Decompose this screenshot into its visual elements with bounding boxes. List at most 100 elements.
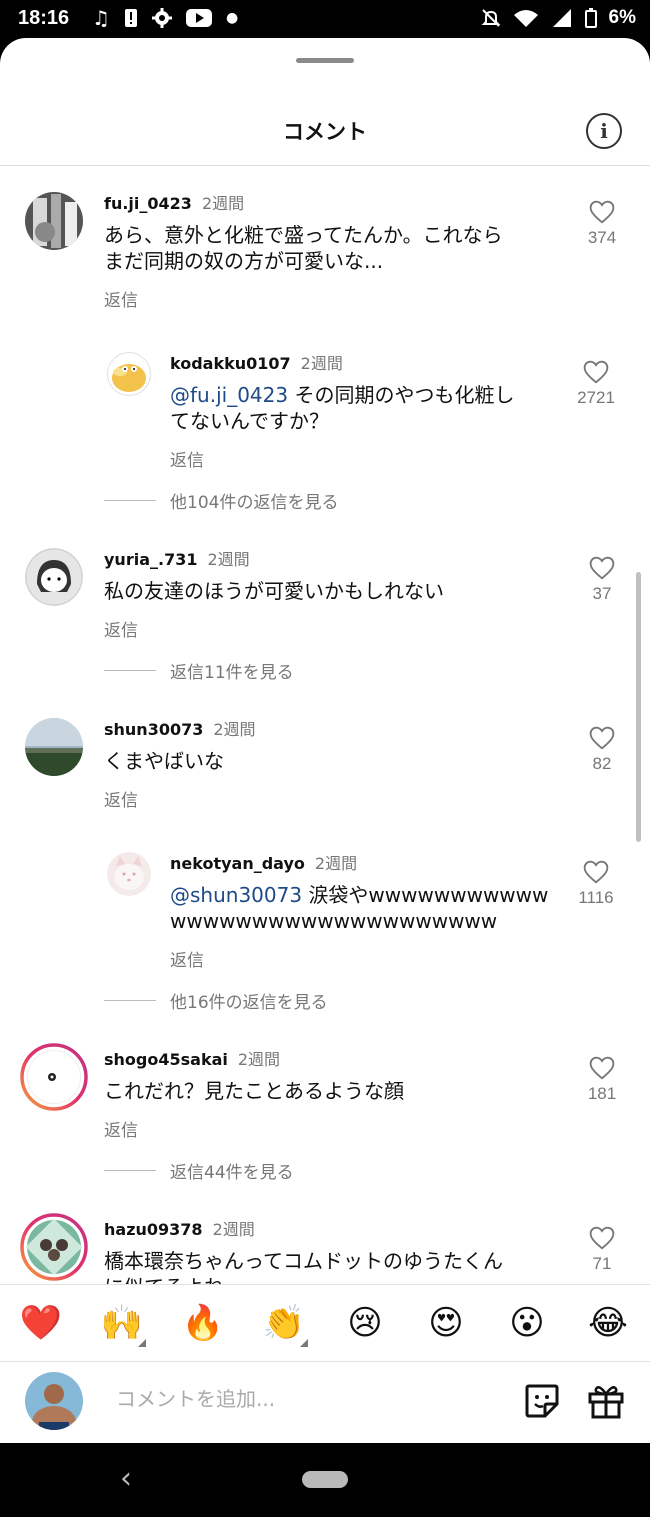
info-icon[interactable]: i (586, 113, 622, 149)
user-avatar (25, 1372, 83, 1430)
back-icon[interactable]: ‹ (120, 1461, 132, 1496)
like-button[interactable]: 374 (577, 200, 627, 248)
like-button[interactable]: 2721 (571, 360, 621, 408)
like-button[interactable]: 82 (577, 726, 627, 774)
view-replies-button[interactable]: 返信11件を見る (104, 658, 294, 683)
emoji-clap-label: 👏 (262, 1303, 306, 1343)
username[interactable]: kodakku0107 (170, 354, 291, 373)
like-count: 181 (587, 1084, 617, 1103)
comment-line: まだ同期の奴の方が可愛いな... (104, 249, 384, 273)
like-count: 71 (592, 1254, 612, 1273)
reply-button[interactable]: 返信 (170, 946, 204, 971)
reply-button[interactable]: 返信 (104, 616, 138, 641)
avatar[interactable] (107, 352, 151, 396)
comment-line: てないんですか？ (170, 409, 329, 433)
like-button[interactable]: 37 (577, 556, 627, 604)
mute-icon (481, 9, 500, 27)
battery-percent: 6% (608, 7, 636, 28)
like-button[interactable]: 71 (577, 1226, 627, 1274)
home-pill[interactable] (302, 1471, 348, 1488)
heart-icon (583, 360, 609, 384)
view-replies-button[interactable]: 他16件の返信を見る (104, 988, 328, 1013)
like-count: 82 (592, 754, 612, 773)
battery-icon (584, 8, 597, 28)
timestamp: 2週間 (237, 1050, 281, 1069)
heart-icon (589, 1056, 615, 1080)
username[interactable]: shogo45sakai (104, 1050, 228, 1069)
scrollbar[interactable] (636, 572, 641, 842)
reply-button[interactable]: 返信 (104, 286, 138, 311)
mention-link[interactable]: @shun30073 (170, 883, 302, 907)
like-button[interactable]: 1116 (571, 860, 621, 908)
comment-line: その同期のやつも化粧し (294, 383, 515, 407)
emoji-raising-hands-button[interactable]: 🙌 (92, 1285, 152, 1361)
status-time: 18:16 (18, 7, 70, 29)
heart-icon (583, 860, 609, 884)
comment-meta: kodakku0107 2週間 (170, 350, 343, 374)
username[interactable]: hazu09378 (104, 1220, 203, 1239)
sheet-title: コメント (283, 120, 367, 144)
comment-line: これだれ？見たことあるような顔 (104, 1079, 404, 1103)
variant-indicator-icon (138, 1339, 146, 1347)
emoji-quick-bar: ❤️ 🙌 🔥 👏 😢 😍 😮 😂 (0, 1284, 650, 1362)
divider-line (104, 1000, 156, 1001)
reply-button[interactable]: 返信 (104, 786, 138, 811)
like-count: 1116 (578, 888, 614, 907)
emoji-heart-eyes-button[interactable]: 😍 (416, 1285, 476, 1361)
comment-line: に似てるよね (104, 1274, 564, 1284)
story-avatar[interactable] (20, 1213, 88, 1281)
emoji-fire-button[interactable]: 🔥 (173, 1285, 233, 1361)
view-replies-label: 返信11件を見る (170, 663, 294, 683)
emoji-crying-button[interactable]: 😢 (335, 1285, 395, 1361)
comment-meta: yuria_.731 2週間 (104, 546, 250, 570)
comment-text: これだれ？見たことあるような顔 (104, 1078, 564, 1104)
music-icon: ♫ (92, 6, 110, 30)
story-avatar[interactable] (20, 1043, 88, 1111)
timestamp: 2週間 (300, 354, 343, 373)
emoji-laughing-button[interactable]: 😂 (578, 1285, 638, 1361)
avatar[interactable] (25, 718, 83, 776)
comment-meta: hazu09378 2週間 (104, 1216, 255, 1240)
comment-list[interactable]: fu.ji_0423 2週間 あら、意外と化粧で盛ってたんか。これなら まだ同期の奴… (0, 166, 650, 1284)
emoji-heart-button[interactable]: ❤️ (11, 1285, 71, 1361)
timestamp: 2週間 (314, 854, 358, 873)
avatar[interactable] (25, 192, 83, 250)
reply-button[interactable]: 返信 (170, 446, 204, 471)
comment-input[interactable] (114, 1386, 498, 1412)
comment-line: くまやばいな (104, 749, 224, 773)
like-button[interactable]: 181 (577, 1056, 627, 1104)
emoji-surprised-button[interactable]: 😮 (497, 1285, 557, 1361)
comment-meta: shun30073 2週間 (104, 716, 256, 740)
comments-sheet: コメント i fu.ji_0423 2週間 あら、意外と化粧で盛ってたんか。これな… (0, 38, 650, 1443)
view-replies-label: 他104件の返信を見る (170, 493, 339, 513)
youtube-icon (185, 9, 212, 27)
username[interactable]: shun30073 (104, 720, 203, 739)
divider-line (104, 1170, 156, 1171)
sticker-icon[interactable] (523, 1382, 561, 1420)
like-count: 374 (587, 228, 617, 247)
emoji-clap-button[interactable]: 👏 (254, 1285, 314, 1361)
timestamp: 2週間 (201, 194, 245, 213)
username[interactable]: fu.ji_0423 (104, 194, 192, 213)
avatar[interactable] (107, 852, 151, 896)
comment-line: 涙袋やwwwwwwwwwww (308, 883, 549, 907)
heart-icon (589, 200, 615, 224)
drag-handle[interactable] (296, 58, 354, 63)
reply-button[interactable]: 返信 (104, 1116, 138, 1141)
timestamp: 2週間 (213, 720, 256, 739)
divider-line (104, 670, 156, 671)
avatar[interactable] (25, 548, 83, 606)
view-replies-button[interactable]: 他104件の返信を見る (104, 488, 338, 513)
view-replies-button[interactable]: 返信44件を見る (104, 1158, 294, 1183)
username[interactable]: yuria_.731 (104, 550, 197, 569)
username[interactable]: nekotyan_dayo (170, 854, 305, 873)
comment-line: 私の友達のほうが可愛いかもしれない (104, 579, 444, 603)
view-replies-label: 返信44件を見る (170, 1163, 294, 1183)
comment-line: wwwwwwwwwwwwwwwwwwww (170, 909, 498, 933)
mention-link[interactable]: @fu.ji_0423 (170, 383, 288, 407)
comment-text: @fu.ji_0423 その同期のやつも化粧し てないんですか？ (170, 382, 550, 434)
gift-icon[interactable] (587, 1382, 625, 1420)
settings-icon (151, 8, 172, 28)
heart-icon (589, 1226, 615, 1250)
divider-line (104, 500, 156, 501)
